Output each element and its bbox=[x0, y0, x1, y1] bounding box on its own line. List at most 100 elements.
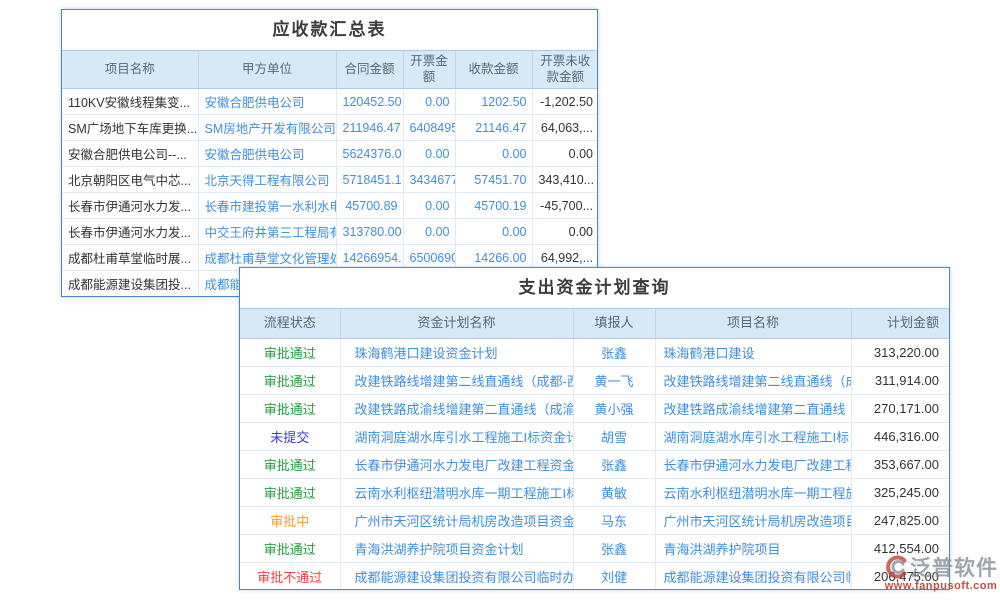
cell-outstanding-amount: -1,202.50 bbox=[532, 89, 598, 115]
cell-client-unit-link[interactable]: SM房地产开发有限公司 bbox=[198, 115, 336, 141]
receivable-table-row: 110KV安徽线程集变...安徽合肥供电公司120452.500.001202.… bbox=[62, 89, 598, 115]
cell-project-link[interactable]: 长春市伊通河水力发电厂改建工程 bbox=[655, 451, 851, 479]
plan-table-row: 审批通过改建铁路线增建第二线直通线（成都-西黄一飞改建铁路线增建第二线直通线（成… bbox=[240, 367, 949, 395]
cell-reporter-link[interactable]: 张鑫 bbox=[573, 451, 655, 479]
cell-contract-amount[interactable]: 5718451.1 bbox=[336, 167, 403, 193]
cell-reporter-link[interactable]: 张鑫 bbox=[573, 535, 655, 563]
cell-project-link[interactable]: 成都能源建设集团投资有限公司临 bbox=[655, 563, 851, 591]
cell-outstanding-amount: 343,410... bbox=[532, 167, 598, 193]
cell-contract-amount[interactable]: 5624376.0 bbox=[336, 141, 403, 167]
cell-project-name: SM广场地下车库更换... bbox=[62, 115, 198, 141]
col-header-plan-name: 资金计划名称 bbox=[340, 309, 573, 339]
cell-reporter-link[interactable]: 马东 bbox=[573, 507, 655, 535]
plan-table-row: 审批不通过成都能源建设集团投资有限公司临时办公刘健成都能源建设集团投资有限公司临… bbox=[240, 563, 949, 591]
cell-client-unit-link[interactable]: 北京天得工程有限公司 bbox=[198, 167, 336, 193]
cell-plan-name-link[interactable]: 云南水利枢纽潜明水库一期工程施工I标 bbox=[340, 479, 573, 507]
cell-received-amount[interactable]: 21146.47 bbox=[455, 115, 532, 141]
col-header-project-name: 项目名称 bbox=[62, 51, 198, 89]
receivable-table-row: 长春市伊通河水力发...中交王府井第三工程局有313780.000.000.00… bbox=[62, 219, 598, 245]
cell-invoiced-amount[interactable]: 34346776 bbox=[403, 167, 455, 193]
cell-outstanding-amount: 64,063,... bbox=[532, 115, 598, 141]
cell-plan-amount: 311,914.00 bbox=[851, 367, 949, 395]
cell-invoiced-amount[interactable]: 0.00 bbox=[403, 193, 455, 219]
cell-received-amount[interactable]: 0.00 bbox=[455, 219, 532, 245]
cell-project-link[interactable]: 珠海鹤港口建设 bbox=[655, 339, 851, 367]
col-header-project-name: 项目名称 bbox=[655, 309, 851, 339]
cell-plan-amount: 247,825.00 bbox=[851, 507, 949, 535]
cell-project-link[interactable]: 改建铁路成渝线增建第二直通线（ bbox=[655, 395, 851, 423]
status-label: 审批通过 bbox=[240, 451, 340, 479]
cell-plan-name-link[interactable]: 成都能源建设集团投资有限公司临时办公 bbox=[340, 563, 573, 591]
cell-project-name: 成都杜甫草堂临时展... bbox=[62, 245, 198, 271]
cell-invoiced-amount[interactable]: 0.00 bbox=[403, 219, 455, 245]
receivable-table-row: 长春市伊通河水力发...长春市建投第一水利水电45700.890.0045700… bbox=[62, 193, 598, 219]
plan-header-row: 流程状态 资金计划名称 填报人 项目名称 计划金额 bbox=[240, 309, 949, 339]
cell-project-link[interactable]: 青海洪湖养护院项目 bbox=[655, 535, 851, 563]
cell-plan-name-link[interactable]: 改建铁路线增建第二线直通线（成都-西 bbox=[340, 367, 573, 395]
col-header-contract-amount: 合同金额 bbox=[336, 51, 403, 89]
cell-client-unit-link[interactable]: 安徽合肥供电公司 bbox=[198, 141, 336, 167]
receivable-table-row: 安徽合肥供电公司--...安徽合肥供电公司5624376.00.000.000.… bbox=[62, 141, 598, 167]
cell-project-link[interactable]: 改建铁路线增建第二线直通线（成 bbox=[655, 367, 851, 395]
receivable-header-row: 项目名称 甲方单位 合同金额 开票金额 收款金额 开票未收款金额 bbox=[62, 51, 598, 89]
cell-project-name: 成都能源建设集团投... bbox=[62, 271, 198, 297]
col-header-received-amount: 收款金额 bbox=[455, 51, 532, 89]
cell-project-name: 长春市伊通河水力发... bbox=[62, 193, 198, 219]
cell-outstanding-amount: 0.00 bbox=[532, 219, 598, 245]
plan-table-row: 审批通过云南水利枢纽潜明水库一期工程施工I标黄敏云南水利枢纽潜明水库一期工程施3… bbox=[240, 479, 949, 507]
cell-received-amount[interactable]: 0.00 bbox=[455, 141, 532, 167]
status-label: 审批不通过 bbox=[240, 563, 340, 591]
cell-project-name: 北京朝阳区电气中芯... bbox=[62, 167, 198, 193]
vendor-watermark: 泛普软件 www.fanpusoft.com bbox=[884, 552, 998, 592]
cell-invoiced-amount[interactable]: 64084954 bbox=[403, 115, 455, 141]
cell-contract-amount[interactable]: 211946.47 bbox=[336, 115, 403, 141]
cell-plan-name-link[interactable]: 长春市伊通河水力发电厂改建工程资金计 bbox=[340, 451, 573, 479]
cell-reporter-link[interactable]: 胡雪 bbox=[573, 423, 655, 451]
cell-project-name: 安徽合肥供电公司--... bbox=[62, 141, 198, 167]
receivable-table-row: SM广场地下车库更换...SM房地产开发有限公司211946.476408495… bbox=[62, 115, 598, 141]
cell-project-name: 110KV安徽线程集变... bbox=[62, 89, 198, 115]
cell-reporter-link[interactable]: 刘健 bbox=[573, 563, 655, 591]
receivable-panel-title: 应收款汇总表 bbox=[62, 10, 597, 51]
cell-project-link[interactable]: 广州市天河区统计局机房改造项目 bbox=[655, 507, 851, 535]
cell-plan-name-link[interactable]: 青海洪湖养护院项目资金计划 bbox=[340, 535, 573, 563]
cell-contract-amount[interactable]: 45700.89 bbox=[336, 193, 403, 219]
cell-reporter-link[interactable]: 黄敏 bbox=[573, 479, 655, 507]
cell-invoiced-amount[interactable]: 0.00 bbox=[403, 89, 455, 115]
cell-project-link[interactable]: 湖南洞庭湖水库引水工程施工I标 bbox=[655, 423, 851, 451]
plan-table-row: 审批通过改建铁路成渝线增建第二直通线（成渝黄小强改建铁路成渝线增建第二直通线（2… bbox=[240, 395, 949, 423]
cell-contract-amount[interactable]: 313780.00 bbox=[336, 219, 403, 245]
cell-client-unit-link[interactable]: 安徽合肥供电公司 bbox=[198, 89, 336, 115]
plan-panel-title: 支出资金计划查询 bbox=[240, 268, 949, 309]
col-header-outstanding-amount: 开票未收款金额 bbox=[532, 51, 598, 89]
plan-table-row: 未提交湖南洞庭湖水库引水工程施工I标资金计胡雪湖南洞庭湖水库引水工程施工I标44… bbox=[240, 423, 949, 451]
cell-client-unit-link[interactable]: 长春市建投第一水利水电 bbox=[198, 193, 336, 219]
status-label: 审批中 bbox=[240, 507, 340, 535]
cell-plan-name-link[interactable]: 湖南洞庭湖水库引水工程施工I标资金计 bbox=[340, 423, 573, 451]
cell-contract-amount[interactable]: 120452.50 bbox=[336, 89, 403, 115]
cell-received-amount[interactable]: 1202.50 bbox=[455, 89, 532, 115]
cell-plan-name-link[interactable]: 改建铁路成渝线增建第二直通线（成渝 bbox=[340, 395, 573, 423]
plan-table: 流程状态 资金计划名称 填报人 项目名称 计划金额 审批通过珠海鹤港口建设资金计… bbox=[240, 309, 949, 590]
cell-plan-name-link[interactable]: 广州市天河区统计局机房改造项目资金计 bbox=[340, 507, 573, 535]
plan-table-row: 审批通过长春市伊通河水力发电厂改建工程资金计张鑫长春市伊通河水力发电厂改建工程3… bbox=[240, 451, 949, 479]
cell-client-unit-link[interactable]: 中交王府井第三工程局有 bbox=[198, 219, 336, 245]
cell-reporter-link[interactable]: 黄小强 bbox=[573, 395, 655, 423]
plan-table-row: 审批中广州市天河区统计局机房改造项目资金计马东广州市天河区统计局机房改造项目24… bbox=[240, 507, 949, 535]
cell-invoiced-amount[interactable]: 0.00 bbox=[403, 141, 455, 167]
expenditure-plan-query-panel: 支出资金计划查询 流程状态 资金计划名称 填报人 项目名称 计划金额 审批通过 珠… bbox=[239, 267, 950, 590]
status-label: 审批通过 bbox=[240, 479, 340, 507]
cell-outstanding-amount: 0.00 bbox=[532, 141, 598, 167]
col-header-client-unit: 甲方单位 bbox=[198, 51, 336, 89]
cell-plan-amount: 270,171.00 bbox=[851, 395, 949, 423]
cell-project-link[interactable]: 云南水利枢纽潜明水库一期工程施 bbox=[655, 479, 851, 507]
cell-reporter-link[interactable]: 黄一飞 bbox=[573, 367, 655, 395]
cell-plan-name-link[interactable]: 珠海鹤港口建设资金计划 bbox=[340, 339, 573, 367]
col-header-reporter: 填报人 bbox=[573, 309, 655, 339]
status-label: 审批通过 bbox=[240, 535, 340, 563]
cell-received-amount[interactable]: 57451.70 bbox=[455, 167, 532, 193]
vendor-url: www.fanpusoft.com bbox=[884, 580, 998, 592]
cell-received-amount[interactable]: 45700.19 bbox=[455, 193, 532, 219]
cell-reporter-link[interactable]: 张鑫 bbox=[573, 339, 655, 367]
cell-plan-amount: 325,245.00 bbox=[851, 479, 949, 507]
